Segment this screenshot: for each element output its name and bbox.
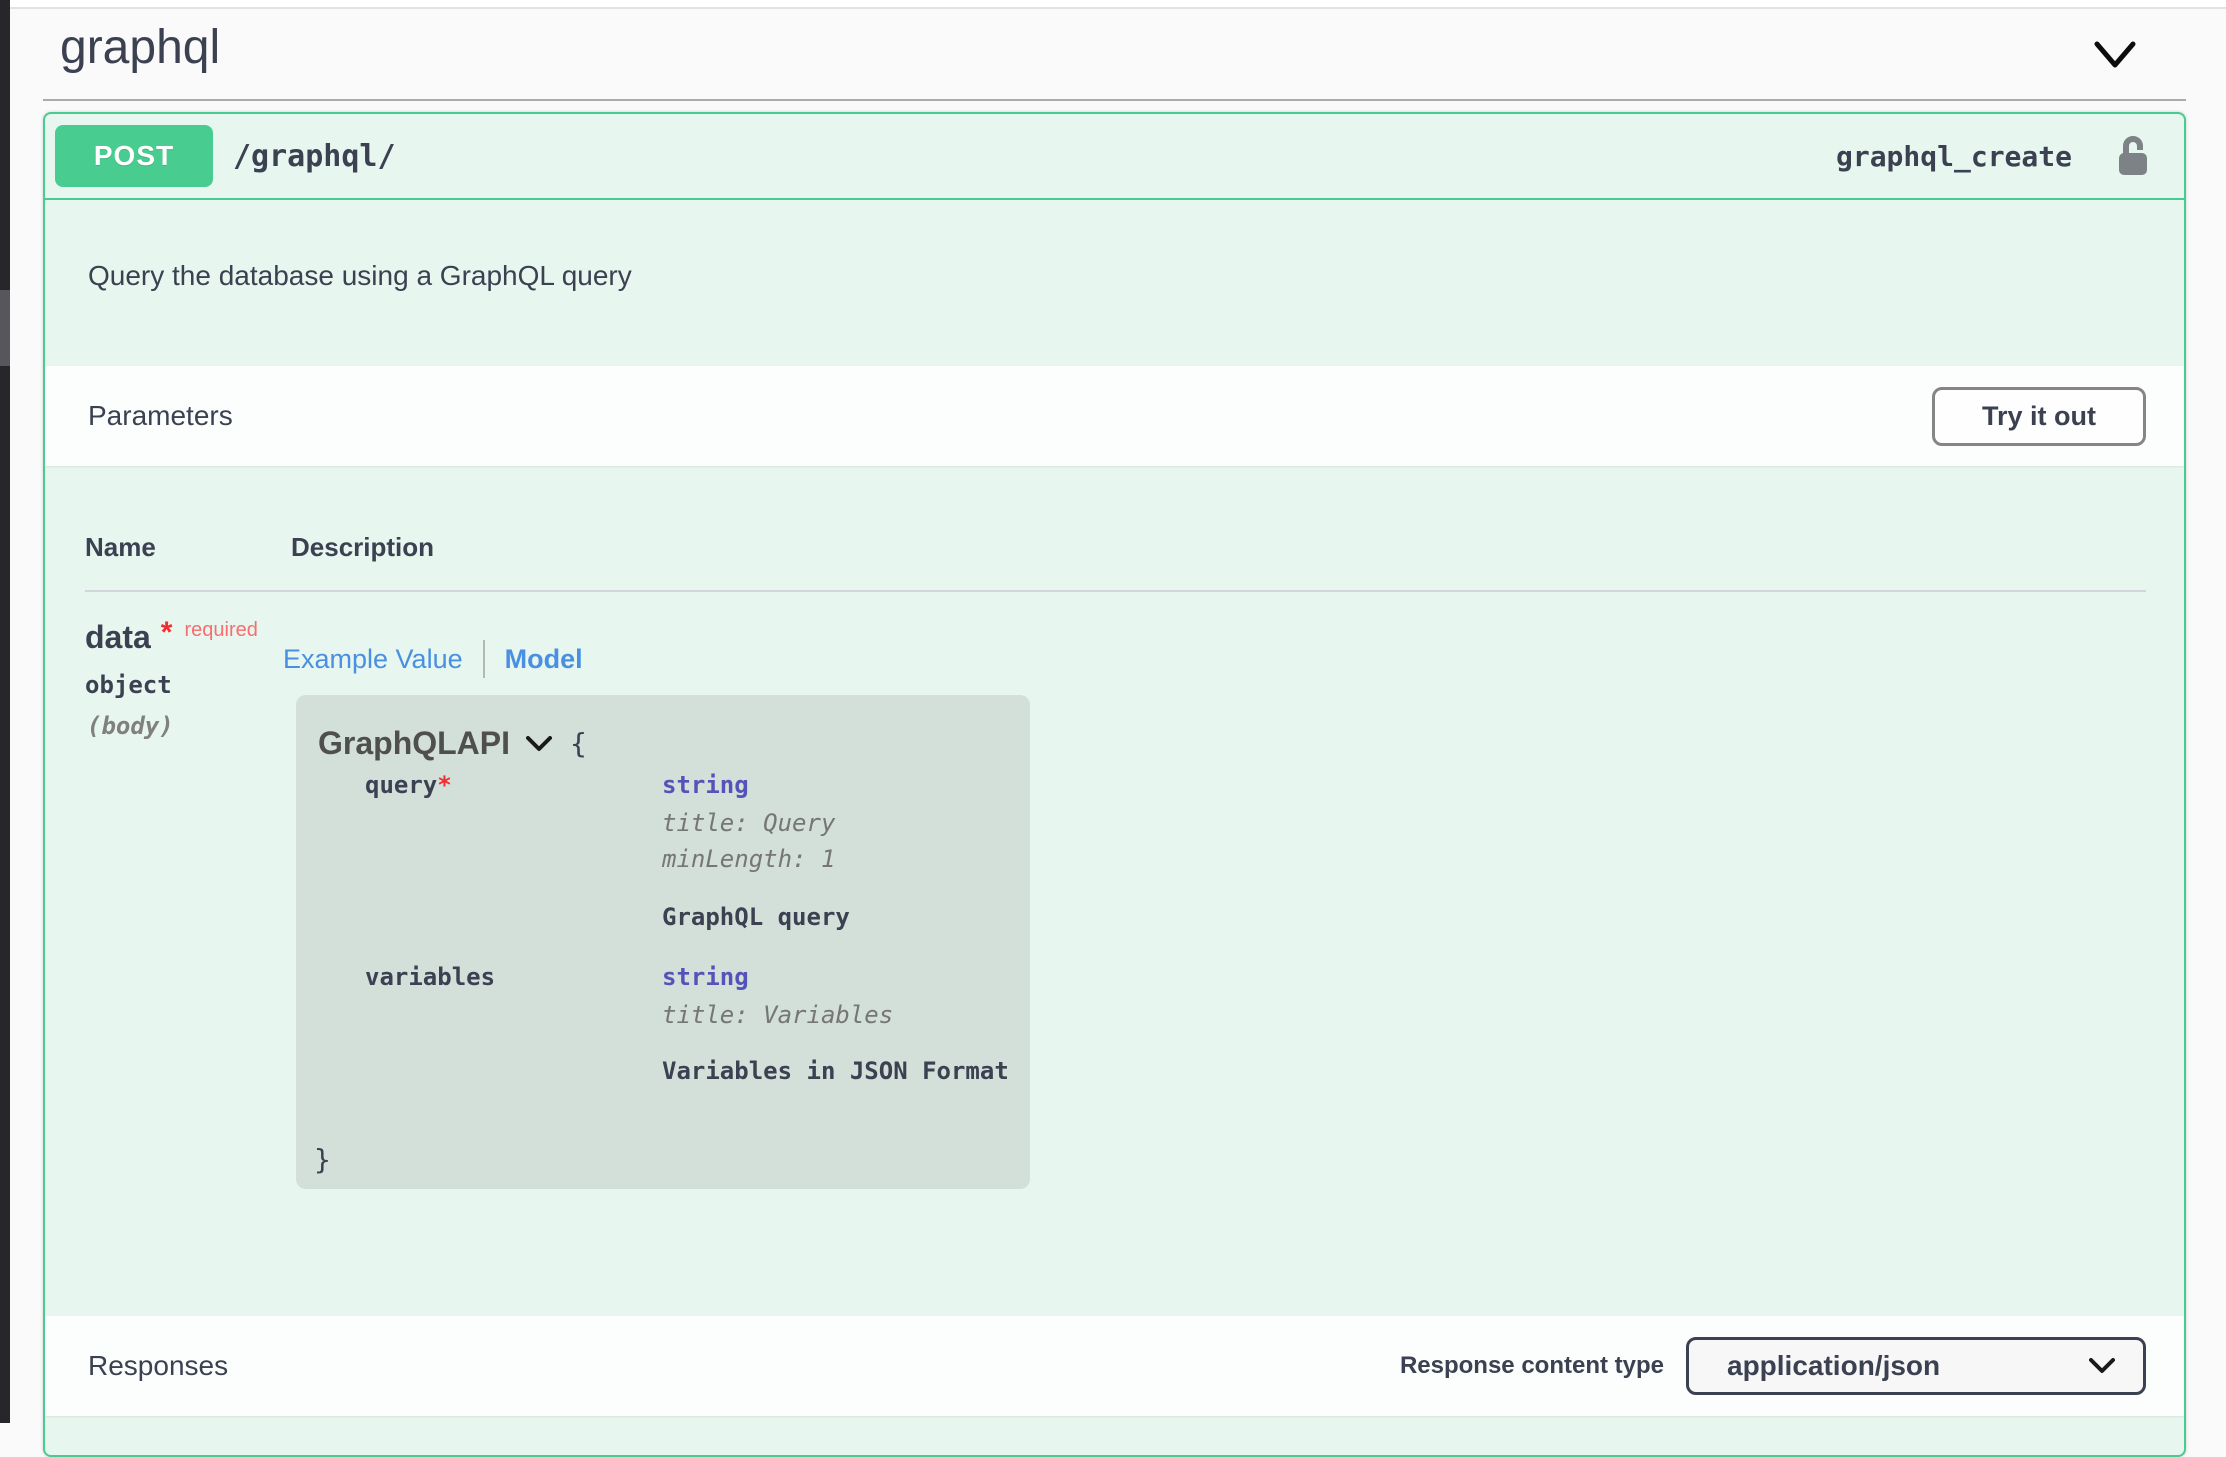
opblock-post-graphql: POST /graphql/ graphql_create Query the … [43, 112, 2186, 1457]
required-star: * [161, 616, 173, 649]
model-schema-box: GraphQLAPI { query* string title: Query … [296, 695, 1030, 1189]
parameters-table: Name Description data*required object (b… [45, 466, 2184, 1316]
response-content-type-label: Response content type [1400, 1352, 1664, 1380]
responses-header-bar: Responses Response content type applicat… [45, 1316, 2184, 1416]
http-method-badge: POST [55, 125, 213, 187]
auth-unlocked-icon[interactable] [2116, 134, 2150, 178]
property-meta: title: Query [662, 809, 835, 837]
try-it-out-button[interactable]: Try it out [1932, 387, 2146, 446]
chevron-down-icon [526, 736, 552, 752]
property-type: string [662, 963, 749, 991]
top-border [10, 0, 2226, 9]
response-content-type-select[interactable]: application/json [1686, 1337, 2146, 1395]
parameters-header-bar: Parameters Try it out [45, 366, 2184, 466]
table-header-divider [85, 590, 2146, 592]
property-name: variables [365, 963, 495, 991]
column-header-description: Description [291, 532, 434, 563]
property-description: GraphQL query [662, 903, 850, 931]
required-star: * [437, 771, 451, 799]
parameters-heading: Parameters [88, 400, 233, 432]
tag-title: graphql [60, 20, 220, 75]
chevron-down-icon[interactable] [2094, 41, 2136, 69]
property-meta: title: Variables [662, 1001, 893, 1029]
tab-example-value[interactable]: Example Value [283, 644, 463, 675]
selected-content-type: application/json [1727, 1350, 1940, 1382]
tab-separator [483, 640, 485, 678]
property-description: Variables in JSON Format [662, 1057, 1009, 1085]
scrollbar-thumb[interactable] [0, 290, 10, 366]
operation-description: Query the database using a GraphQL query [45, 200, 2184, 366]
column-header-name: Name [85, 532, 156, 563]
parameter-name: data*required [85, 616, 258, 656]
parameter-type: object [85, 671, 172, 699]
property-meta: minLength: 1 [662, 845, 835, 873]
side-panel-edge [0, 0, 10, 1423]
model-title: GraphQLAPI [318, 725, 510, 762]
operation-id: graphql_create [1836, 140, 2072, 173]
chevron-down-icon [2089, 1358, 2115, 1374]
tag-divider [43, 99, 2186, 101]
open-brace: { [570, 727, 587, 760]
responses-heading: Responses [88, 1350, 228, 1382]
required-label: required [184, 619, 257, 641]
tab-model[interactable]: Model [505, 644, 583, 675]
parameter-location: (body) [87, 712, 174, 740]
tag-section-header[interactable]: graphql [10, 11, 2226, 99]
close-brace: } [314, 1143, 331, 1176]
model-title-row[interactable]: GraphQLAPI { [318, 725, 587, 762]
operation-summary[interactable]: POST /graphql/ graphql_create [45, 114, 2184, 200]
property-type: string [662, 771, 749, 799]
property-name: query* [365, 771, 452, 799]
model-example-tabs: Example Value Model [283, 640, 583, 678]
operation-path: /graphql/ [233, 139, 396, 174]
